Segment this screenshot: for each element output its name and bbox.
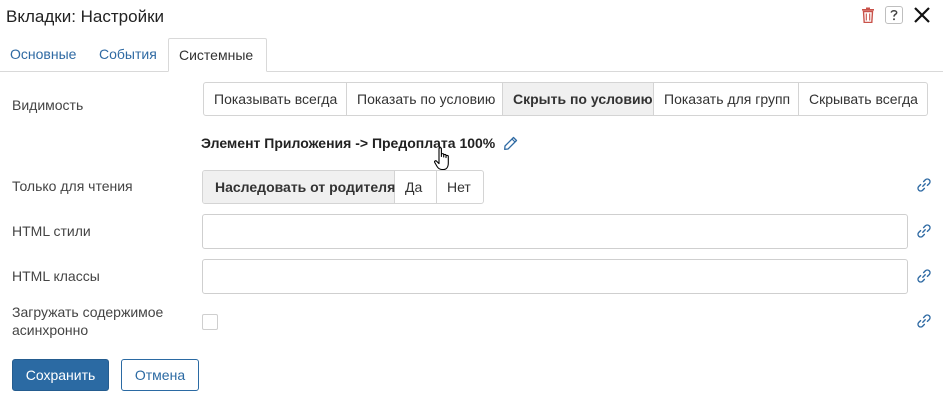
tab-events[interactable]: События [89,38,167,72]
async-load-label: Загружать содержимое асинхронно [12,303,163,339]
readonly-option-no[interactable]: Нет [437,171,483,203]
html-classes-label: HTML классы [12,268,100,284]
close-icon[interactable] [913,6,931,24]
visibility-option-show-by-condition[interactable]: Показать по условию [347,83,503,115]
readonly-option-yes[interactable]: Да [395,171,437,203]
window-title: Вкладки: Настройки [6,7,164,26]
help-icon[interactable] [885,6,903,24]
visibility-option-never[interactable]: Скрывать всегда [799,83,927,115]
readonly-option-inherit[interactable]: Наследовать от родителя [203,171,395,203]
tab-main[interactable]: Основные [0,38,86,72]
save-button[interactable]: Сохранить [12,359,109,391]
link-icon[interactable] [915,267,933,285]
tab-system[interactable]: Системные [168,38,267,72]
pencil-icon[interactable] [503,136,518,151]
html-styles-label: HTML стили [12,223,91,239]
visibility-selector: Показывать всегда Показать по условию Ск… [203,82,928,116]
async-load-label-line1: Загружать содержимое [12,304,164,320]
async-load-checkbox[interactable] [202,314,218,330]
readonly-selector: Наследовать от родителя Да Нет [202,170,484,204]
visibility-label: Видимость [12,97,84,113]
visibility-option-for-groups[interactable]: Показать для групп [654,83,799,115]
hand-cursor-icon [433,146,453,175]
cancel-button[interactable]: Отмена [121,359,199,391]
tab-bar: Основные События Системные [0,38,943,72]
link-icon[interactable] [915,312,933,330]
header-actions [861,6,931,24]
link-icon[interactable] [915,222,933,240]
visibility-option-hide-by-condition[interactable]: Скрыть по условию [503,83,654,115]
link-icon[interactable] [915,176,933,194]
readonly-label: Только для чтения [12,178,133,194]
visibility-condition: Элемент Приложения -> Предоплата 100% [201,135,518,151]
async-load-label-line2: асинхронно [12,322,89,338]
trash-icon[interactable] [861,7,875,23]
html-styles-input[interactable] [202,214,908,249]
html-classes-input[interactable] [202,259,908,294]
visibility-option-always[interactable]: Показывать всегда [204,83,347,115]
